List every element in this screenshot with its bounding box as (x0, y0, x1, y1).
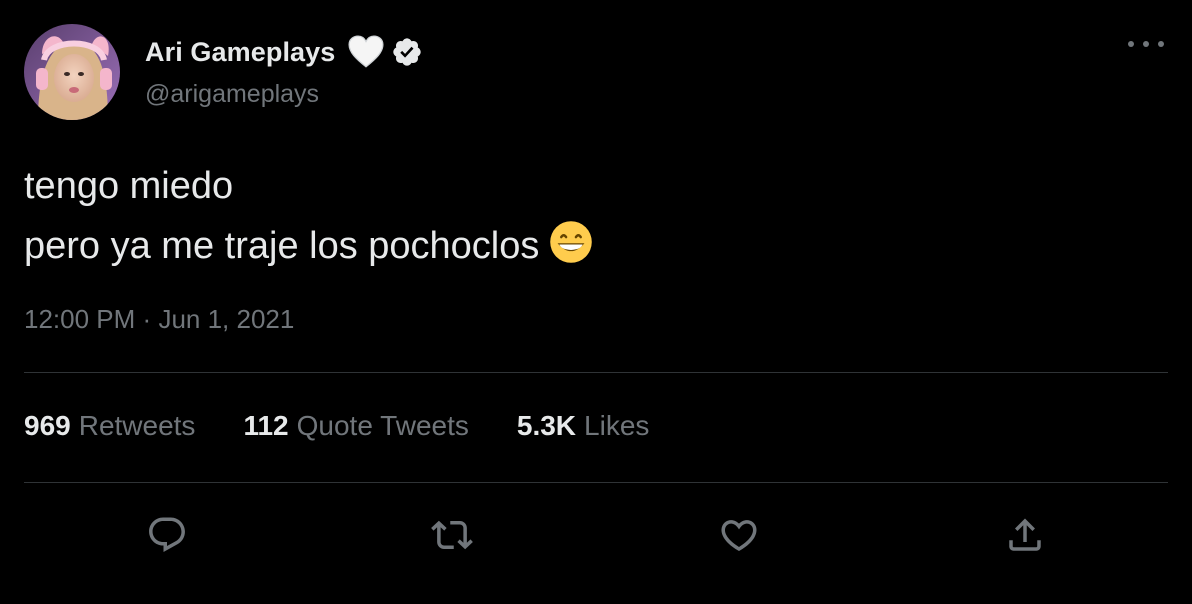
grinning-face-icon (549, 220, 593, 264)
divider (24, 482, 1168, 483)
tweet-text: tengo miedo pero ya me traje los pochocl… (24, 156, 593, 276)
tweet-text-line: pero ya me traje los pochoclos (24, 225, 540, 267)
likes-count: 5.3K (516, 410, 577, 441)
likes-label: Likes (584, 410, 650, 441)
more-options-icon[interactable] (1128, 30, 1164, 58)
tweet-text-line-with-emoji: pero ya me traje los pochoclos (24, 216, 593, 276)
verified-badge-icon (391, 36, 423, 68)
share-button[interactable] (995, 505, 1055, 565)
retweet-button[interactable] (422, 505, 482, 565)
retweets-count: 969 (24, 410, 71, 441)
retweets-stat[interactable]: 969 Retweets (24, 410, 195, 442)
tweet-date[interactable]: Jun 1, 2021 (158, 304, 294, 334)
quote-tweets-count: 112 (243, 410, 289, 441)
tweet-text-line: tengo miedo (24, 165, 234, 207)
display-name[interactable]: Ari Gameplays (145, 37, 335, 68)
reply-button[interactable] (137, 505, 197, 565)
reply-icon (149, 517, 185, 552)
quote-tweets-stat[interactable]: 112 Quote Tweets (243, 410, 468, 442)
tweet-timestamp[interactable]: 12:00 PM · Jun 1, 2021 (24, 304, 294, 335)
quote-tweets-label: Quote Tweets (296, 410, 469, 441)
tweet-actions (0, 505, 1192, 565)
white-heart-icon (347, 33, 385, 71)
heart-icon (721, 520, 757, 552)
share-icon (1009, 518, 1041, 551)
retweet-icon (431, 520, 473, 550)
like-button[interactable] (709, 505, 769, 565)
tweet-card: Ari Gameplays @arigameplays tengo miedo … (0, 0, 1192, 604)
author-handle[interactable]: @arigameplays (145, 80, 319, 109)
author-name-row: Ari Gameplays (145, 30, 423, 74)
meta-separator: · (142, 304, 152, 334)
retweets-label: Retweets (78, 410, 196, 441)
tweet-stats: 969 Retweets 112 Quote Tweets 5.3K Likes (24, 410, 649, 442)
avatar[interactable] (24, 24, 120, 120)
divider (24, 372, 1168, 373)
tweet-time[interactable]: 12:00 PM (24, 304, 135, 334)
likes-stat[interactable]: 5.3K Likes (517, 410, 650, 442)
